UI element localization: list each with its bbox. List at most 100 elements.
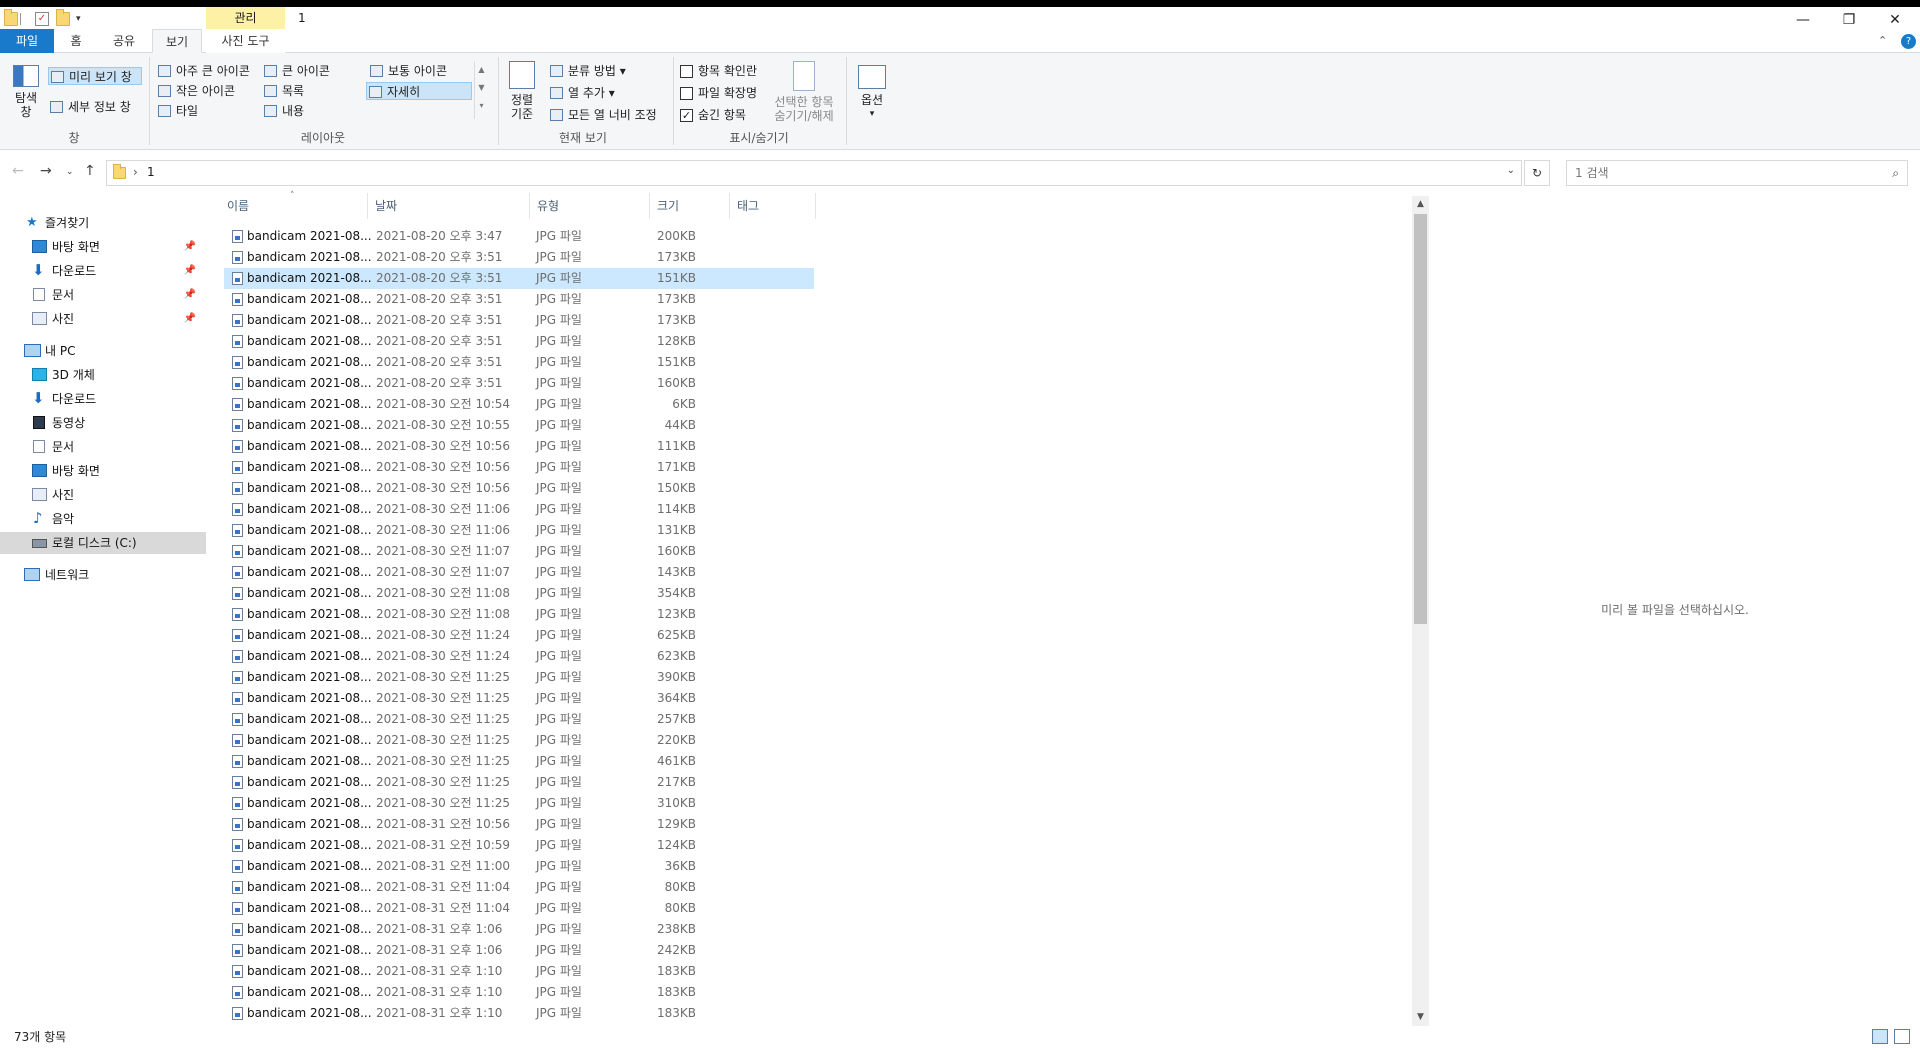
column-header-date[interactable]: 날짜 <box>368 193 530 219</box>
nav-pc-downloads[interactable]: ⬇ 다운로드 <box>0 388 206 410</box>
properties-icon[interactable]: ✓ <box>35 12 49 26</box>
table-row[interactable]: bandicam 2021-08... 2021-08-30 오전 11:24 JP… <box>224 625 814 646</box>
layout-gallery-scroll[interactable]: ▲ ▼ ▾ <box>474 61 488 119</box>
navigation-pane-button[interactable]: 탐색 창 <box>8 65 44 119</box>
table-row[interactable]: bandicam 2021-08... 2021-08-30 오전 11:08 JP… <box>224 604 814 625</box>
scroll-down-arrow-icon[interactable]: ▼ <box>1412 1009 1429 1026</box>
layout-list[interactable]: 목록 <box>262 82 304 100</box>
refresh-button[interactable]: ↻ <box>1524 160 1550 186</box>
customize-quick-access-icon[interactable]: ▾ <box>76 12 90 26</box>
layout-tiles[interactable]: 타일 <box>156 102 198 120</box>
column-header-name[interactable]: 이름 <box>220 193 368 219</box>
file-extensions-checkbox[interactable] <box>680 87 693 100</box>
details-pane-button[interactable]: 세부 정보 창 <box>48 98 131 116</box>
up-arrow-icon[interactable]: ↑ <box>84 163 96 179</box>
hidden-items-toggle[interactable]: ✓ 숨긴 항목 <box>678 106 746 124</box>
large-icons-view-toggle-icon[interactable] <box>1894 1029 1910 1044</box>
scroll-down-icon[interactable]: ▼ <box>475 79 488 97</box>
table-row[interactable]: bandicam 2021-08... 2021-08-20 오후 3:51 JPG… <box>224 268 814 289</box>
table-row[interactable]: bandicam 2021-08... 2021-08-31 오후 1:10 JPG… <box>224 982 814 1003</box>
address-dropdown-icon[interactable]: ⌄ <box>1507 165 1515 176</box>
layout-medium-icons[interactable]: 보통 아이콘 <box>368 62 447 80</box>
address-bar[interactable]: › 1 ⌄ <box>106 160 1522 186</box>
add-columns-button[interactable]: 열 추가 ▾ <box>548 84 615 102</box>
vertical-scrollbar[interactable]: ▲ ▼ <box>1412 196 1429 1026</box>
table-row[interactable]: bandicam 2021-08... 2021-08-20 오후 3:51 JPG… <box>224 352 814 373</box>
scrollbar-thumb[interactable] <box>1414 214 1427 624</box>
group-by-button[interactable]: 분류 방법 ▾ <box>548 62 626 80</box>
table-row[interactable]: bandicam 2021-08... 2021-08-30 오전 11:06 JP… <box>224 520 814 541</box>
expand-gallery-icon[interactable]: ▾ <box>475 97 488 115</box>
scroll-up-arrow-icon[interactable]: ▲ <box>1412 196 1429 213</box>
nav-qa-pictures[interactable]: 사진 📌 <box>0 308 206 330</box>
column-header-tags[interactable]: 태그 <box>730 193 816 219</box>
pin-icon[interactable]: 📌 <box>184 260 196 282</box>
options-button[interactable]: 옵션 ▾ <box>852 65 892 121</box>
nav-pc-3d-objects[interactable]: 3D 개체 <box>0 364 206 386</box>
nav-pc-pictures[interactable]: 사진 <box>0 484 206 506</box>
back-arrow-icon[interactable]: ← <box>12 163 24 179</box>
table-row[interactable]: bandicam 2021-08... 2021-08-20 오후 3:51 JPG… <box>224 289 814 310</box>
table-row[interactable]: bandicam 2021-08... 2021-08-30 오전 11:25 JP… <box>224 772 814 793</box>
table-row[interactable]: bandicam 2021-08... 2021-08-20 오후 3:51 JPG… <box>224 331 814 352</box>
sort-by-button[interactable]: 정렬 기준 <box>504 61 540 121</box>
item-checkboxes-toggle[interactable]: 항목 확인란 <box>678 62 757 80</box>
hide-selected-button[interactable]: 선택한 항목 숨기기/해제 <box>768 61 840 123</box>
table-row[interactable]: bandicam 2021-08... 2021-08-30 오전 11:07 JP… <box>224 541 814 562</box>
table-row[interactable]: bandicam 2021-08... 2021-08-31 오후 1:06 JPG… <box>224 919 814 940</box>
details-view-toggle-icon[interactable] <box>1872 1029 1888 1044</box>
table-row[interactable]: bandicam 2021-08... 2021-08-30 오전 11:25 JP… <box>224 667 814 688</box>
table-row[interactable]: bandicam 2021-08... 2021-08-20 오후 3:47 JPG… <box>224 226 814 247</box>
forward-arrow-icon[interactable]: → <box>40 163 52 179</box>
tab-picture-tools[interactable]: 사진 도구 <box>206 29 285 53</box>
nav-quick-access[interactable]: ★ 즐겨찾기 <box>0 212 206 234</box>
column-header-type[interactable]: 유형 <box>530 193 650 219</box>
table-row[interactable]: bandicam 2021-08... 2021-08-30 오전 11:25 JP… <box>224 688 814 709</box>
table-row[interactable]: bandicam 2021-08... 2021-08-31 오후 1:10 JPG… <box>224 1003 814 1024</box>
nav-pc-documents[interactable]: 문서 <box>0 436 206 458</box>
pin-icon[interactable]: 📌 <box>184 308 196 330</box>
table-row[interactable]: bandicam 2021-08... 2021-08-31 오전 11:04 JP… <box>224 877 814 898</box>
layout-extra-large-icons[interactable]: 아주 큰 아이콘 <box>156 62 250 80</box>
help-icon[interactable]: ? <box>1901 34 1916 49</box>
breadcrumb-folder[interactable]: 1 <box>147 165 155 179</box>
fit-columns-button[interactable]: 모든 열 너비 조정 <box>548 106 657 124</box>
table-row[interactable]: bandicam 2021-08... 2021-08-30 오전 10:56 JP… <box>224 478 814 499</box>
table-row[interactable]: bandicam 2021-08... 2021-08-30 오전 11:07 JP… <box>224 562 814 583</box>
search-input[interactable]: 1 검색 ⌕ <box>1566 160 1908 186</box>
table-row[interactable]: bandicam 2021-08... 2021-08-30 오전 11:25 JP… <box>224 793 814 814</box>
table-row[interactable]: bandicam 2021-08... 2021-08-31 오후 1:10 JPG… <box>224 961 814 982</box>
nav-qa-documents[interactable]: 문서 📌 <box>0 284 206 306</box>
table-row[interactable]: bandicam 2021-08... 2021-08-30 오전 11:25 JP… <box>224 709 814 730</box>
tab-home[interactable]: 홈 <box>62 29 90 53</box>
layout-details[interactable]: 자세히 <box>366 82 472 100</box>
nav-qa-downloads[interactable]: ⬇ 다운로드 📌 <box>0 260 206 282</box>
table-row[interactable]: bandicam 2021-08... 2021-08-30 오전 11:06 JP… <box>224 499 814 520</box>
new-folder-icon[interactable] <box>56 9 70 26</box>
table-row[interactable]: bandicam 2021-08... 2021-08-20 오후 3:51 JPG… <box>224 373 814 394</box>
nav-this-pc[interactable]: 내 PC <box>0 340 206 362</box>
table-row[interactable]: bandicam 2021-08... 2021-08-31 오후 1:06 JPG… <box>224 940 814 961</box>
file-extensions-toggle[interactable]: 파일 확장명 <box>678 84 757 102</box>
table-row[interactable]: bandicam 2021-08... 2021-08-30 오전 10:55 JP… <box>224 415 814 436</box>
table-row[interactable]: bandicam 2021-08... 2021-08-30 오전 10:56 JP… <box>224 457 814 478</box>
nav-network[interactable]: 네트워크 <box>0 564 206 586</box>
table-row[interactable]: bandicam 2021-08... 2021-08-20 오후 3:51 JPG… <box>224 310 814 331</box>
tab-share[interactable]: 공유 <box>104 29 144 53</box>
tab-view[interactable]: 보기 <box>152 29 202 53</box>
pin-icon[interactable]: 📌 <box>184 236 196 258</box>
table-row[interactable]: bandicam 2021-08... 2021-08-31 오전 10:56 JP… <box>224 814 814 835</box>
recent-locations-icon[interactable]: ⌄ <box>66 167 74 177</box>
search-icon[interactable]: ⌕ <box>1892 161 1899 185</box>
table-row[interactable]: bandicam 2021-08... 2021-08-31 오전 10:59 JP… <box>224 835 814 856</box>
nav-pc-music[interactable]: ♪ 음악 <box>0 508 206 530</box>
nav-pc-desktop[interactable]: 바탕 화면 <box>0 460 206 482</box>
breadcrumb-separator-icon[interactable]: › <box>133 165 138 179</box>
layout-content[interactable]: 내용 <box>262 102 304 120</box>
tab-file[interactable]: 파일 <box>0 29 54 53</box>
table-row[interactable]: bandicam 2021-08... 2021-08-30 오전 11:08 JP… <box>224 583 814 604</box>
table-row[interactable]: bandicam 2021-08... 2021-08-30 오전 11:25 JP… <box>224 730 814 751</box>
hidden-items-checkbox[interactable]: ✓ <box>680 109 693 122</box>
table-row[interactable]: bandicam 2021-08... 2021-08-31 오전 11:00 JP… <box>224 856 814 877</box>
collapse-ribbon-icon[interactable]: ⌃ <box>1878 34 1887 47</box>
